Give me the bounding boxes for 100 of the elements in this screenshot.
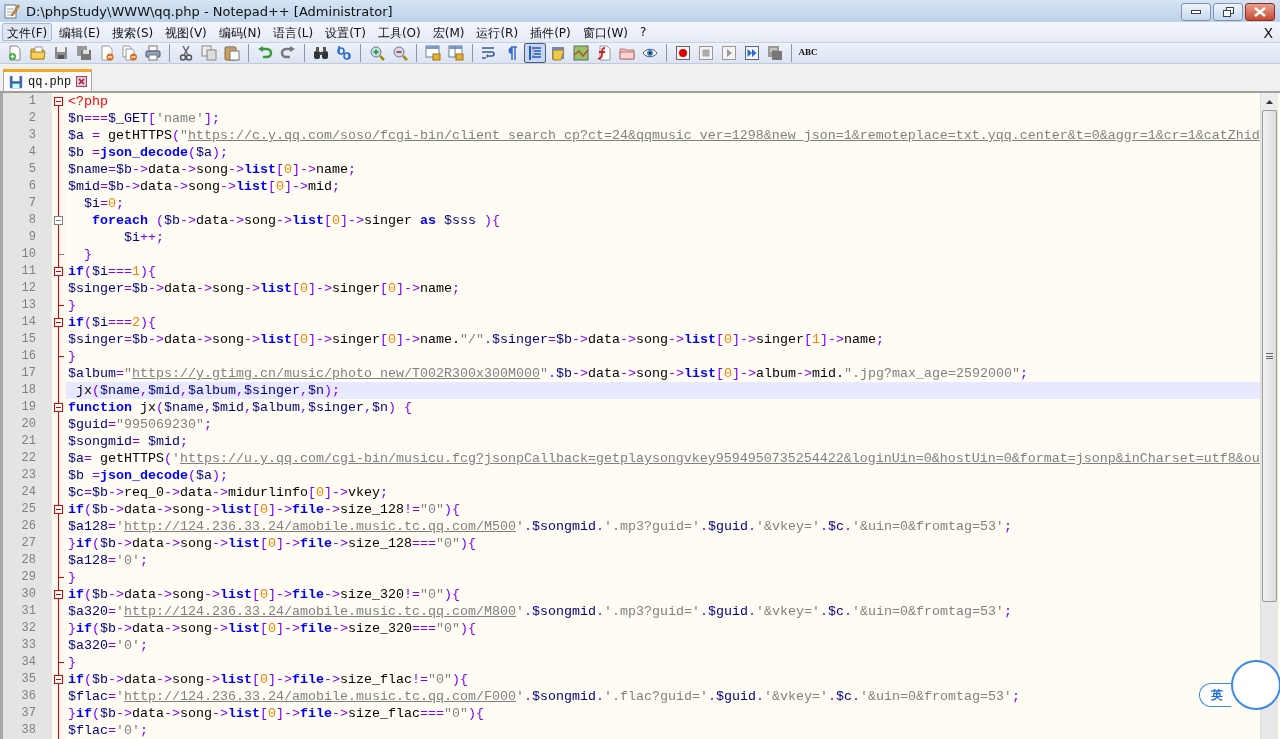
fold-toggle[interactable] xyxy=(54,590,63,599)
line-number: 8 xyxy=(3,212,52,229)
code-line: $flac='0'; xyxy=(67,722,148,739)
fold-toggle[interactable] xyxy=(54,318,63,327)
menu-item[interactable]: 编辑(E) xyxy=(54,23,106,41)
code-line: } xyxy=(67,569,76,586)
code-line: $i++; xyxy=(123,229,164,246)
folder-icon xyxy=(619,45,635,61)
code-line: }if($b->data->song->list[0]->file->size_flac==="0"){ xyxy=(67,705,484,722)
code-line: $b =json_decode($a); xyxy=(67,467,228,484)
line-number: 19 xyxy=(3,399,52,416)
line-number: 29 xyxy=(3,569,52,586)
minimize-button[interactable] xyxy=(1181,3,1211,21)
code-line: $singer=$b->data->song->list[0]->singer[0]->name; xyxy=(67,280,460,297)
code-line: $mid=$b->data->song->list[0]->mid; xyxy=(67,178,340,195)
code-line: $singer=$b->data->song->list[0]->singer[0]->name."/".$singer=$b->data->song->list[0]->singer[1]->name; xyxy=(67,331,884,348)
toolbar-button[interactable]: ABC xyxy=(797,43,819,63)
close-button[interactable] xyxy=(1245,3,1275,21)
code-line: if($b->data->song->list[0]->file->size_flac!="0"){ xyxy=(67,671,468,688)
line-number: 26 xyxy=(3,518,52,535)
menu-item[interactable]: 插件(P) xyxy=(525,23,576,41)
code-line: $n===$_GET['name']; xyxy=(67,110,220,127)
fold-toggle[interactable] xyxy=(54,216,63,225)
file-tab[interactable]: qq.php xyxy=(3,69,93,91)
code-line: $b =json_decode($a); xyxy=(67,144,228,161)
line-number: 3 xyxy=(3,127,52,144)
menu-item[interactable]: 语言(L) xyxy=(268,23,319,41)
code-line: $songmid= $mid; xyxy=(67,433,188,450)
code-line: $a128='http://124.236.33.24/amobile.music.tc.qq.com/M500'.$songmid.'.mp3?guid='.$guid.'&vkey='.$c.'&uin=0&fromtag=53'; xyxy=(67,518,1012,535)
menu-item[interactable]: 运行(R) xyxy=(471,23,524,41)
line-number: 36 xyxy=(3,688,52,705)
input-method-indicator[interactable]: 英 xyxy=(1199,683,1231,707)
code-line: }if($b->data->song->list[0]->file->size_128==="0"){ xyxy=(67,535,476,552)
documents-minus-icon xyxy=(122,45,138,61)
code-line: $guid="995069230"; xyxy=(67,416,212,433)
fold-toggle[interactable] xyxy=(54,675,63,684)
play-icon xyxy=(721,45,737,61)
line-number: 12 xyxy=(3,280,52,297)
code-line: $a= getHTTPS('https://u.y.qq.com/cgi-bin/musicu.fcg?jsonpCallback=getplaysongvkey9594950735254422&loginUin=0&hostUin=0&format=jsonp&inCharset=utf8&ou xyxy=(67,450,1260,467)
menu-item[interactable]: 文件(F) xyxy=(2,23,53,41)
fold-toggle[interactable] xyxy=(54,97,63,106)
document-minus-icon xyxy=(99,45,115,61)
code-line: }if($b->data->song->list[0]->file->size_320==="0"){ xyxy=(67,620,476,637)
code-line: if($b->data->song->list[0]->file->size_128!="0"){ xyxy=(67,501,460,518)
stop-icon xyxy=(698,45,714,61)
close-icon[interactable] xyxy=(76,76,88,87)
fold-toggle[interactable] xyxy=(54,267,63,276)
menu-item[interactable]: 搜索(S) xyxy=(107,23,159,41)
toolbar-button[interactable] xyxy=(524,43,546,63)
line-number: 33 xyxy=(3,637,52,654)
line-number: 24 xyxy=(3,484,52,501)
line-number: 20 xyxy=(3,416,52,433)
undo-icon xyxy=(257,45,273,61)
menu-item[interactable]: 视图(V) xyxy=(160,23,212,41)
line-number: 35 xyxy=(3,671,52,688)
line-number: 2 xyxy=(3,110,52,127)
fold-toggle[interactable] xyxy=(54,403,63,412)
function-list-icon xyxy=(596,45,612,61)
restore-button[interactable] xyxy=(1213,3,1243,21)
line-number: 14 xyxy=(3,314,52,331)
line-number: 9 xyxy=(3,229,52,246)
line-number: 11 xyxy=(3,263,52,280)
zoom-in-icon xyxy=(369,45,385,61)
menu-item[interactable]: 工具(O) xyxy=(372,23,426,41)
binoculars-icon xyxy=(313,45,329,61)
window-lock-icon xyxy=(448,45,464,61)
document-plus-icon xyxy=(7,45,23,61)
menu-item[interactable]: 窗口(W) xyxy=(577,23,633,41)
menu-item[interactable]: ? xyxy=(634,23,652,41)
line-number: 30 xyxy=(3,586,52,603)
line-number: 17 xyxy=(3,365,52,382)
code-line: if($b->data->song->list[0]->file->size_320!="0"){ xyxy=(67,586,460,603)
code-line: } xyxy=(83,246,92,263)
code-line: $a320='http://124.236.33.24/amobile.music.tc.qq.com/M800'.$songmid.'.mp3?guid='.$guid.'&vkey='.$c.'&uin=0&fromtag=53'; xyxy=(67,603,1012,620)
line-number: 6 xyxy=(3,178,52,195)
line-number: 37 xyxy=(3,705,52,722)
code-line: $a320='0'; xyxy=(67,637,148,654)
line-number: 16 xyxy=(3,348,52,365)
code-line: $flac='http://124.236.33.24/amobile.music.tc.qq.com/F000'.$songmid.'.flac?guid='.$guid.'&vkey='.$c.'&uin=0&fromtag=53'; xyxy=(67,688,1020,705)
menu-item[interactable]: 设置(T) xyxy=(320,23,371,41)
vertical-scrollbar[interactable] xyxy=(1260,93,1278,739)
line-number: 28 xyxy=(3,552,52,569)
menu-item[interactable]: 编码(N) xyxy=(213,23,267,41)
line-number: 34 xyxy=(3,654,52,671)
window-lock-icon xyxy=(425,45,441,61)
scrollbar-thumb[interactable] xyxy=(1262,110,1277,602)
replace-icon xyxy=(336,45,352,61)
fast-forward-icon xyxy=(744,45,760,61)
copy-icon xyxy=(201,45,217,61)
line-number: 4 xyxy=(3,144,52,161)
line-number: 10 xyxy=(3,246,52,263)
code-line: $c=$b->req_0->data->midurlinfo[0]->vkey; xyxy=(67,484,388,501)
code-line: if($i===1){ xyxy=(67,263,156,280)
record-icon xyxy=(675,45,691,61)
redo-icon xyxy=(280,45,296,61)
word-wrap-icon xyxy=(481,45,497,61)
line-number: 25 xyxy=(3,501,52,518)
close-document-button[interactable]: X xyxy=(1258,23,1278,41)
menu-item[interactable]: 宏(M) xyxy=(427,23,470,41)
fold-toggle[interactable] xyxy=(54,505,63,514)
